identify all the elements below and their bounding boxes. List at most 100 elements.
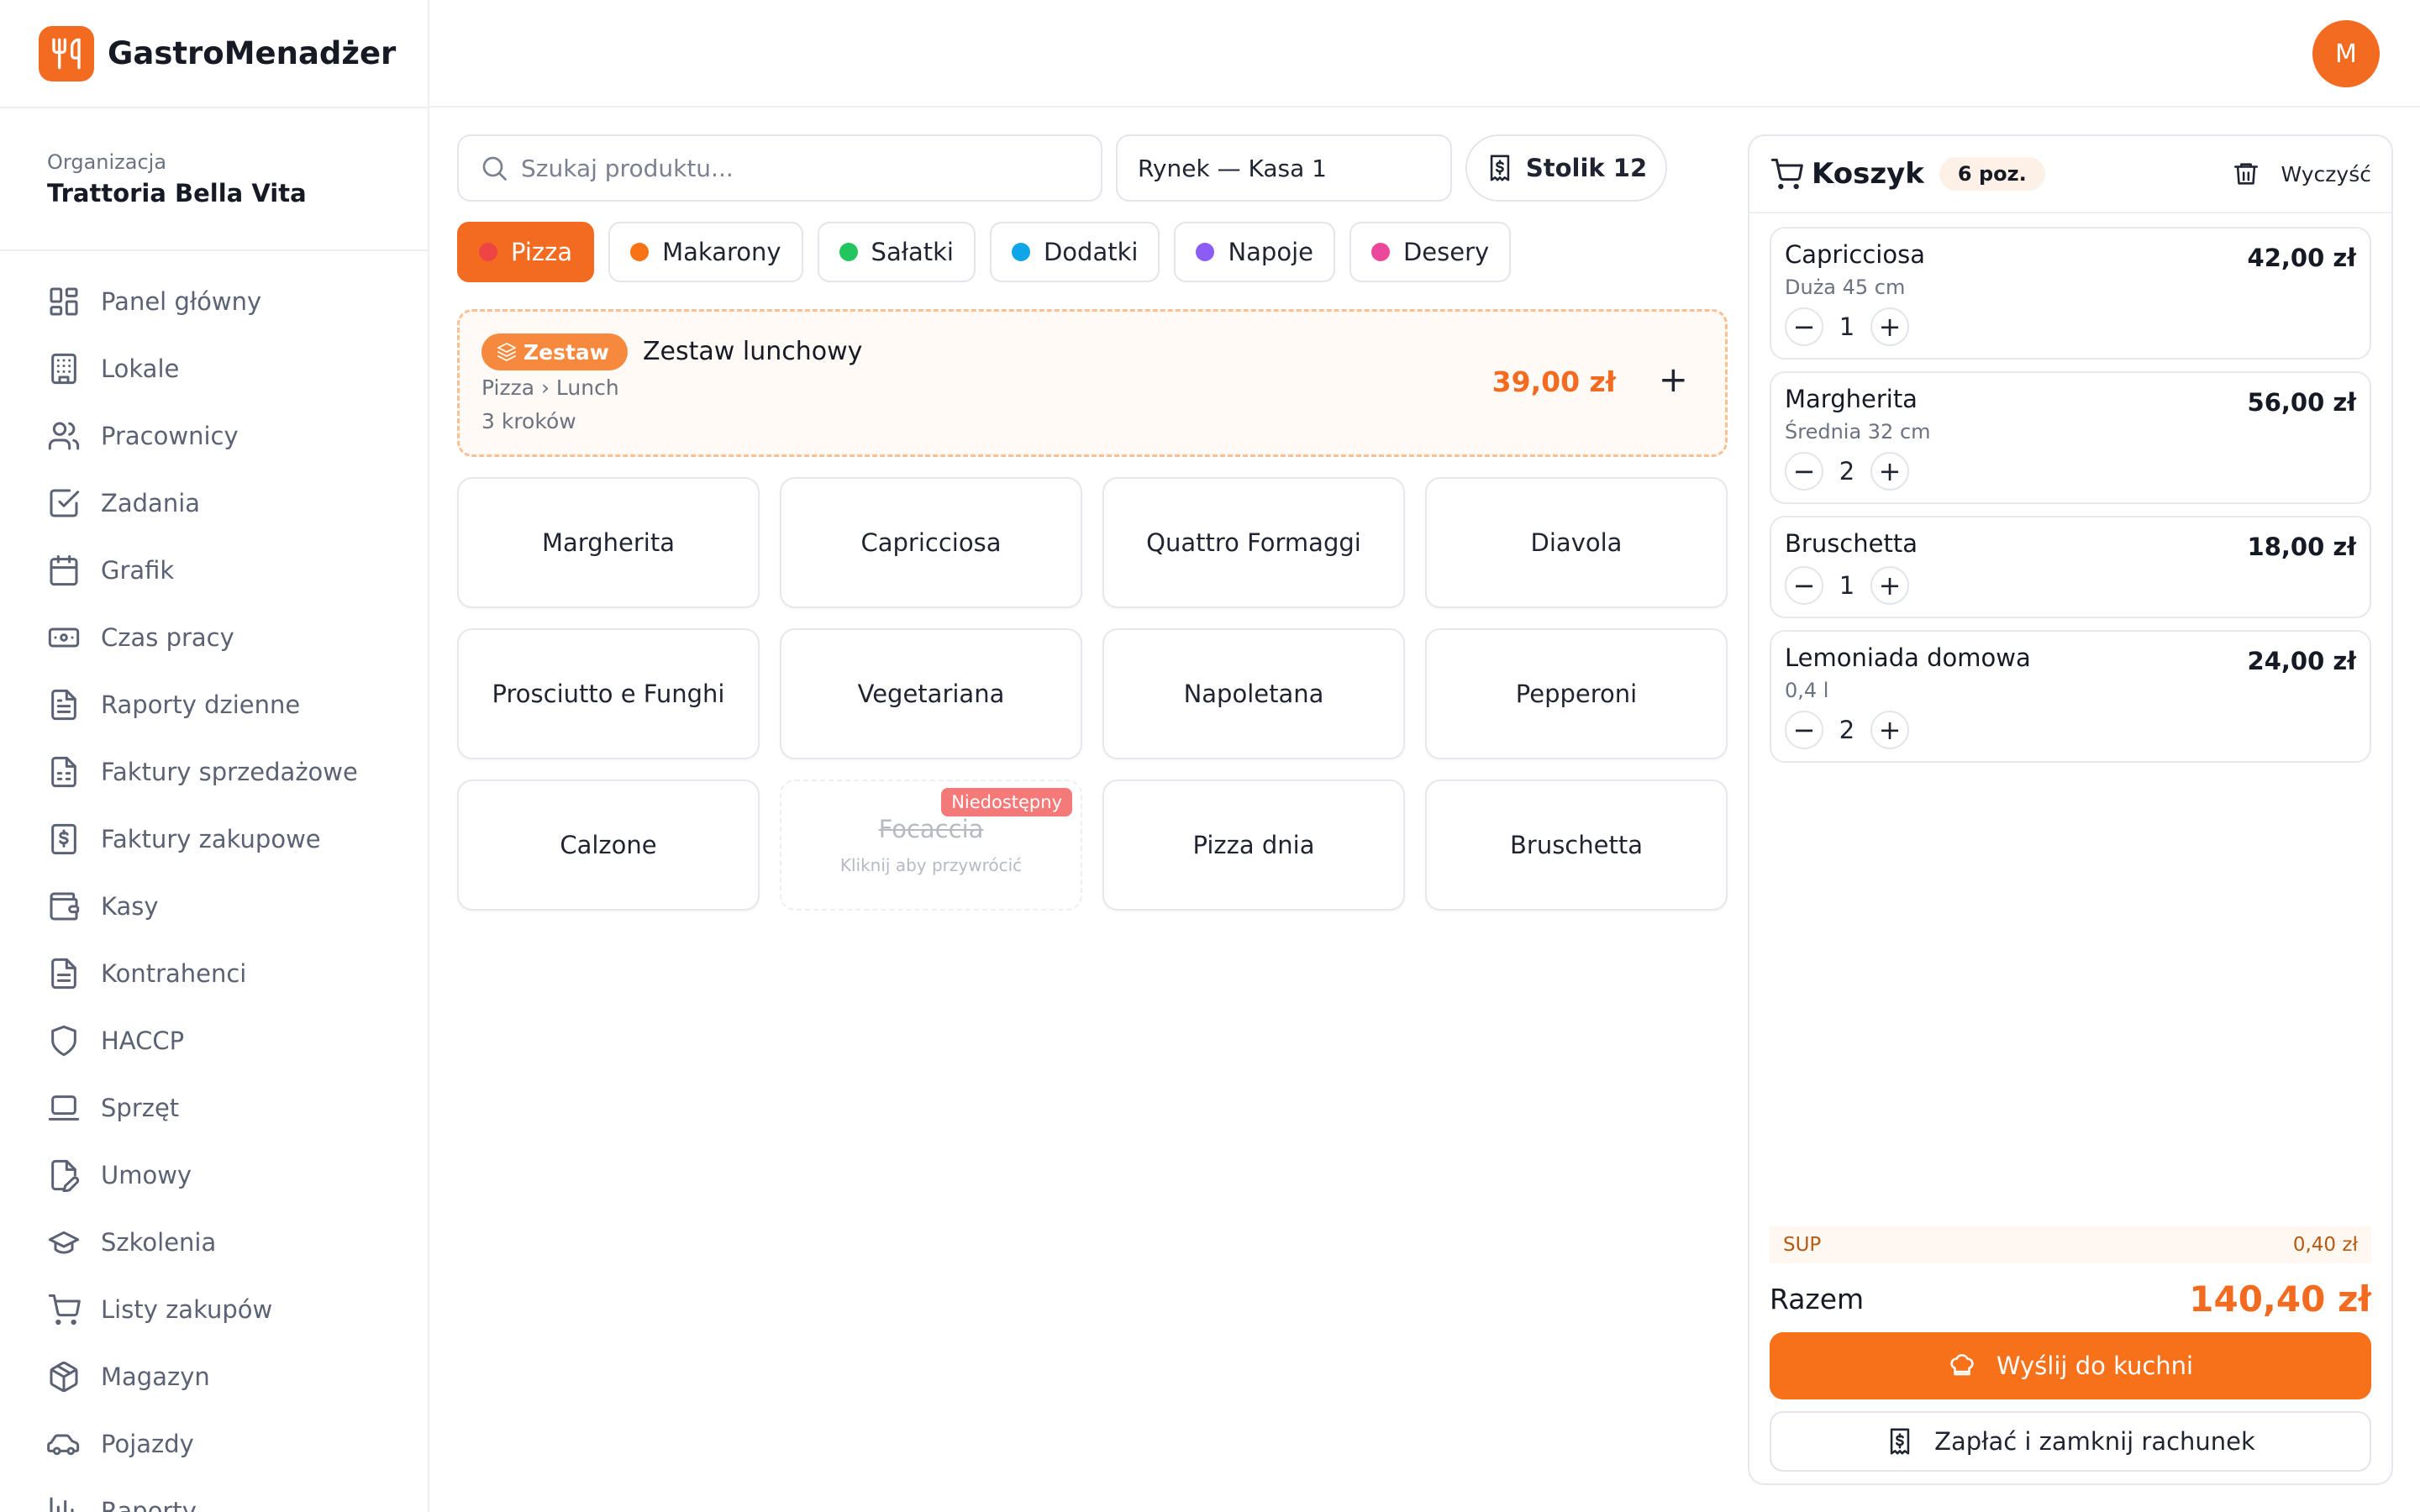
category-label: Desery (1402, 238, 1490, 266)
sidebar-item-15[interactable]: Listy zakupów (0, 1276, 428, 1343)
product-name: Margherita (542, 528, 675, 557)
package-icon (50, 1361, 78, 1393)
cart-item-variant: Duża 45 cm (1785, 276, 1906, 299)
cart-item[interactable]: Capricciosa Duża 45 cm 42,00 zł −1 + (1770, 227, 2371, 360)
shopping-cart-icon (48, 1294, 81, 1326)
sidebar-item-1[interactable]: Lokale (0, 335, 428, 402)
product-name: Vegetariana (857, 680, 1005, 708)
sidebar: GastroMenadżer Organizacja Trattoria Bel… (0, 0, 429, 1512)
cart-item-variant: Średnia 32 cm (1785, 420, 1931, 444)
sidebar-item-label: Faktury zakupowe (101, 825, 321, 853)
product-tile[interactable]: Diavola (1425, 477, 1728, 608)
organization[interactable]: Organizacja Trattoria Bella Vita (0, 108, 428, 251)
increase-quantity-button[interactable]: + (1870, 452, 1909, 491)
product-name: Diavola (1530, 528, 1623, 557)
clear-cart-button[interactable]: Wyczyść (2232, 160, 2371, 188)
category-filters: Pizza Makarony Sałatki Dodatki Napoje Desery (457, 222, 1512, 282)
table-button[interactable]: Stolik 12 (1465, 134, 1667, 202)
file-icon (51, 958, 76, 990)
product-tile[interactable]: Quattro Formaggi (1102, 477, 1405, 608)
category-chip[interactable]: Napoje (1174, 222, 1335, 282)
product-tile[interactable]: Capricciosa (780, 477, 1082, 608)
sidebar-item-label: Faktury sprzedażowe (101, 758, 358, 786)
product-tile[interactable]: Pepperoni (1425, 628, 1728, 759)
sidebar-item-6[interactable]: Raporty dzienne (0, 671, 428, 738)
category-color-dot (630, 243, 650, 261)
sidebar-item-3[interactable]: Zadania (0, 470, 428, 537)
product-tile[interactable]: Prosciutto e Funghi (457, 628, 760, 759)
product-tile[interactable]: Napoletana (1102, 628, 1405, 759)
wallet-icon (50, 892, 80, 921)
increase-quantity-button[interactable]: + (1870, 566, 1909, 605)
sidebar-item-9[interactable]: Kasy (0, 873, 428, 940)
category-label: Pizza (511, 238, 573, 266)
combo-card[interactable]: Zestaw Zestaw lunchowy Pizza › Lunch 3 k… (457, 309, 1728, 457)
category-chip[interactable]: Dodatki (989, 222, 1160, 282)
product-tile[interactable]: Calzone (457, 780, 760, 911)
register-select[interactable]: Rynek — Kasa 1 (1116, 134, 1452, 202)
receipt-dollar-icon (1890, 1428, 1910, 1455)
category-chip[interactable]: Makarony (608, 222, 803, 282)
category-label: Sałatki (871, 238, 954, 266)
dashboard-icon (50, 287, 78, 316)
checkbox-icon (50, 489, 80, 517)
product-tile[interactable]: Bruschetta (1425, 780, 1728, 911)
sidebar-item-label: Umowy (101, 1161, 192, 1189)
sidebar-item-7[interactable]: Faktury sprzedażowe (0, 738, 428, 806)
sidebar-item-12[interactable]: Sprzęt (0, 1074, 428, 1142)
category-label: Makarony (662, 238, 781, 266)
product-tile[interactable]: Margherita (457, 477, 760, 608)
sidebar-item-10[interactable]: Kontrahenci (0, 940, 428, 1007)
sidebar-item-label: Grafik (101, 556, 175, 585)
increase-quantity-button[interactable]: + (1870, 307, 1909, 346)
decrease-quantity-button[interactable]: − (1785, 566, 1823, 605)
brand[interactable]: GastroMenadżer (0, 0, 428, 108)
product-tile[interactable]: Vegetariana (780, 628, 1082, 759)
category-chip[interactable]: Sałatki (817, 222, 976, 282)
users-icon (48, 422, 80, 450)
product-search-input[interactable]: Szukaj produktu... (457, 134, 1102, 202)
sidebar-item-0[interactable]: Panel główny (0, 268, 428, 335)
pay-and-close-button[interactable]: Zapłać i zamknij rachunek (1770, 1411, 2371, 1472)
increase-quantity-button[interactable]: + (1870, 711, 1909, 749)
register-value: Rynek — Kasa 1 (1138, 154, 1327, 182)
sidebar-nav: Panel główny Lokale Pracownicy Zadania Grafi… (0, 251, 428, 1512)
avatar[interactable]: M (2312, 20, 2380, 87)
product-tile[interactable]: Pizza dnia (1102, 780, 1405, 911)
category-chip[interactable]: Pizza (457, 222, 595, 282)
restore-hint: Kliknij aby przywrócić (839, 855, 1023, 875)
decrease-quantity-button[interactable]: − (1785, 307, 1823, 346)
sidebar-item-5[interactable]: Czas pracy (0, 604, 428, 671)
building-icon (51, 353, 76, 385)
cart-item[interactable]: Margherita Średnia 32 cm 56,00 zł −2 + (1770, 371, 2371, 504)
sidebar-item-label: Magazyn (101, 1362, 210, 1391)
sidebar-item-4[interactable]: Grafik (0, 537, 428, 604)
product-name: Pepperoni (1515, 680, 1638, 708)
product-name: Capricciosa (860, 528, 1002, 557)
sidebar-item-label: Kasy (101, 892, 159, 921)
sidebar-item-18[interactable]: Raporty (0, 1478, 428, 1512)
combo-add-button[interactable]: + (1659, 359, 1688, 400)
sidebar-item-label: Lokale (101, 354, 180, 383)
sidebar-item-8[interactable]: Faktury zakupowe (0, 806, 428, 873)
cart-item[interactable]: Lemoniada domowa 0,4 l 24,00 zł −2 + (1770, 630, 2371, 763)
sidebar-item-16[interactable]: Magazyn (0, 1343, 428, 1410)
sidebar-item-13[interactable]: Umowy (0, 1142, 428, 1209)
category-color-dot (479, 243, 497, 261)
decrease-quantity-button[interactable]: − (1785, 711, 1823, 749)
search-placeholder: Szukaj produktu... (521, 154, 734, 182)
sidebar-item-2[interactable]: Pracownicy (0, 402, 428, 470)
decrease-quantity-button[interactable]: − (1785, 452, 1823, 491)
sidebar-item-14[interactable]: Szkolenia (0, 1209, 428, 1276)
sidebar-item-label: Sprzęt (101, 1094, 180, 1122)
banknote-icon (48, 627, 80, 648)
category-color-dot (1370, 243, 1390, 261)
send-to-kitchen-button[interactable]: Wyślij do kuchni (1770, 1332, 2371, 1399)
sidebar-item-11[interactable]: HACCP (0, 1007, 428, 1074)
cart-item[interactable]: Bruschetta 18,00 zł −1 + (1770, 516, 2371, 618)
sidebar-item-label: Pojazdy (101, 1430, 194, 1458)
unavailable-badge: Niedostępny (941, 788, 1072, 816)
product-tile[interactable]: Focaccia Kliknij aby przywrócić Niedostępn… (780, 780, 1082, 911)
sidebar-item-17[interactable]: Pojazdy (0, 1410, 428, 1478)
category-chip[interactable]: Desery (1349, 222, 1512, 282)
